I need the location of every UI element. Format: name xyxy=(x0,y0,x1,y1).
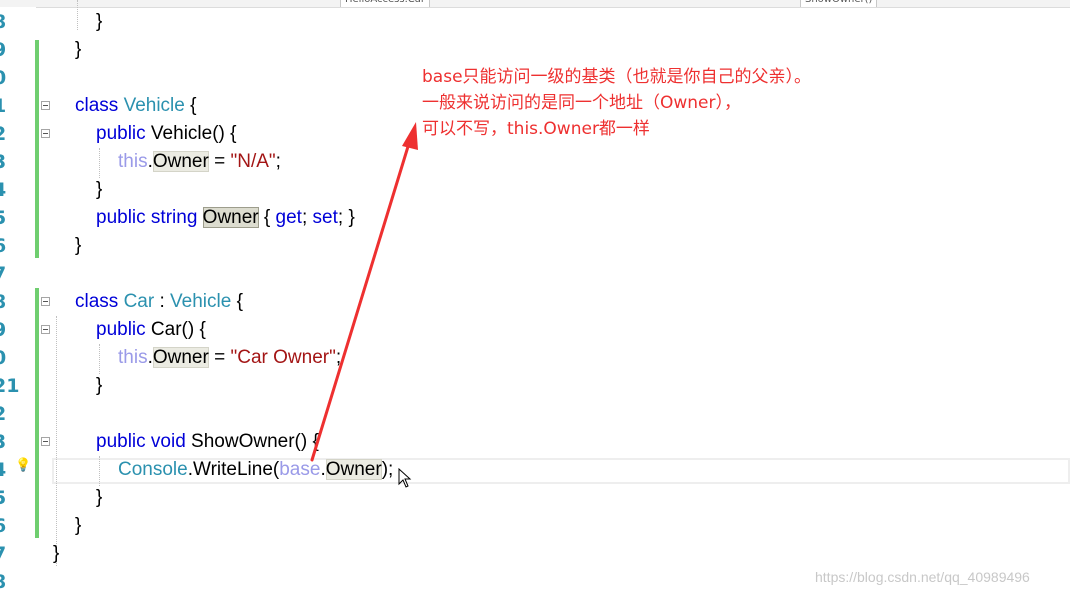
annotation-line: 可以不写，this.Owner都一样 xyxy=(422,119,650,139)
arrow-head xyxy=(402,122,418,150)
mouse-cursor-icon xyxy=(398,468,412,488)
annotation-note: base只能访问一级的基类（也就是你自己的父亲）。 一般来说访问的是同一个地址（… xyxy=(422,64,811,142)
annotation-line: 一般来说访问的是同一个地址（Owner）， xyxy=(422,93,742,113)
arrow-shaft xyxy=(310,138,412,462)
watermark: https://blog.csdn.net/qq_40989496 xyxy=(815,569,1030,585)
annotation-line: base只能访问一级的基类（也就是你自己的父亲）。 xyxy=(422,67,812,87)
